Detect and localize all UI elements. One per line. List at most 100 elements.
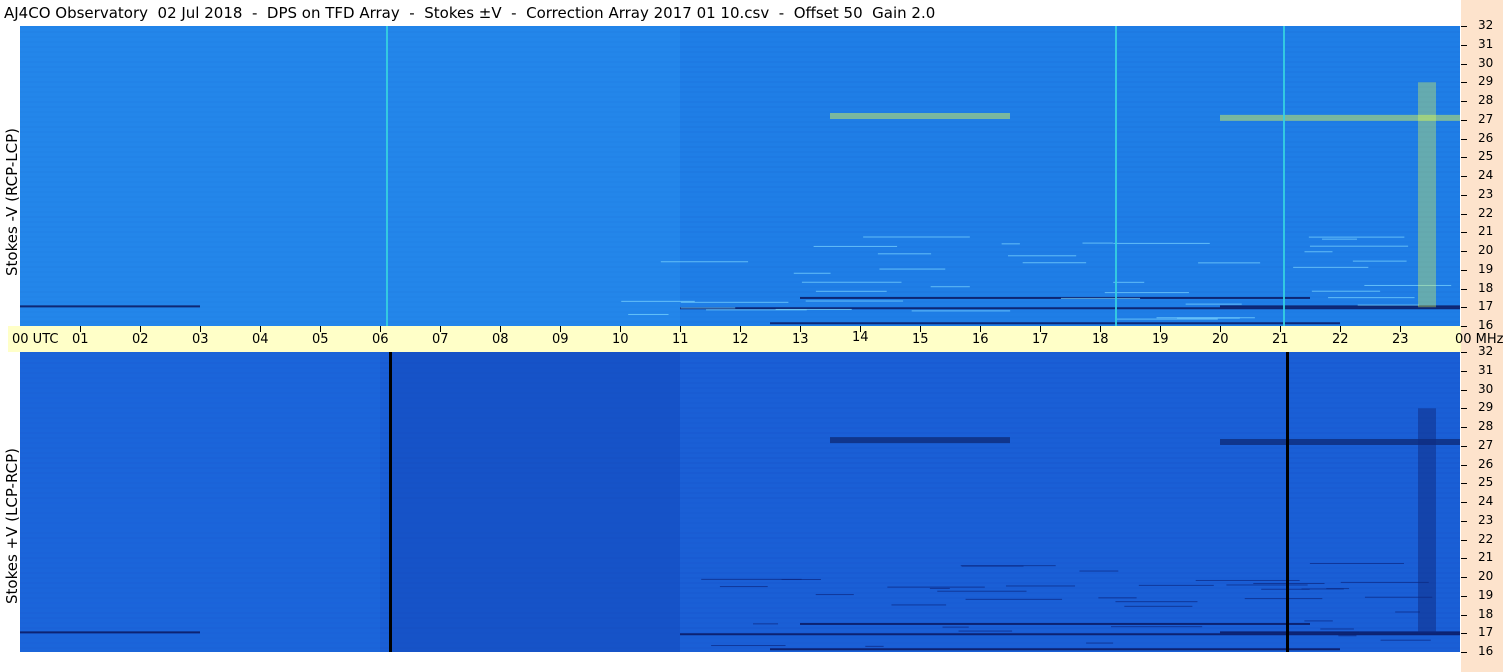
freq-tick-label: 16: [1478, 318, 1494, 332]
freq-tick-label: 30: [1478, 55, 1494, 70]
interference-band: [680, 633, 1460, 636]
feature-dash: [1364, 284, 1452, 286]
freq-tick-label: 27: [1478, 111, 1494, 126]
freq-tick-mark: [1461, 176, 1467, 177]
time-tick-mark: [1100, 326, 1101, 332]
freq-tick-label: 29: [1478, 74, 1494, 89]
feature-dash: [879, 268, 946, 270]
feature-dash: [1138, 584, 1214, 586]
freq-tick-mark: [1461, 483, 1467, 485]
time-tick-label: 02: [132, 332, 149, 347]
feature-dash: [937, 590, 1027, 592]
feature-dash: [1195, 579, 1300, 581]
freq-tick-mark: [1461, 288, 1467, 290]
feature-dash: [753, 623, 779, 625]
time-tick-label: 16: [972, 332, 989, 347]
time-tick-label: 04: [252, 332, 269, 347]
feature-dash: [1261, 588, 1310, 590]
time-tick-mark: [920, 326, 921, 332]
time-tick-label: 07: [432, 332, 449, 347]
freq-tick-label: 29: [1478, 400, 1494, 415]
time-tick-label: 19: [1152, 332, 1169, 347]
feature-dash: [1104, 292, 1189, 294]
freq-tick-label: 26: [1478, 130, 1494, 145]
feature-dash: [775, 308, 852, 310]
freq-tick-mark: [1461, 326, 1467, 327]
time-tick-mark: [260, 326, 261, 332]
interference-band: [800, 622, 1310, 625]
freq-tick-label: 19: [1478, 587, 1494, 602]
feature-dash: [929, 587, 950, 589]
freq-tick-mark: [1461, 119, 1467, 121]
time-tick-label: 13: [792, 332, 809, 347]
feature-dash: [711, 645, 786, 647]
time-tick-label: 18: [1092, 332, 1109, 347]
feature-dash: [1116, 318, 1218, 320]
heatmap-region: [392, 352, 680, 652]
spectrogram-top: [20, 26, 1460, 326]
emission-region: [830, 113, 1010, 119]
feature-dash: [1357, 304, 1420, 306]
feature-dash: [1309, 245, 1409, 247]
freq-tick-label: 18: [1478, 606, 1494, 621]
feature-dash: [1008, 255, 1077, 257]
spectrogram-top-panel: [20, 26, 1460, 326]
time-tick-mark: [80, 326, 81, 332]
feature-dash: [891, 604, 947, 606]
freq-tick-mark: [1461, 652, 1467, 653]
time-tick-mark: [1280, 326, 1281, 332]
freq-tick-label: 22: [1478, 531, 1494, 546]
vertical-line: [389, 352, 392, 652]
time-tick-mark: [1400, 326, 1401, 332]
interference-band: [770, 322, 1340, 325]
freq-tick-mark: [1461, 539, 1467, 541]
feature-dash: [621, 300, 695, 302]
freq-tick-label: 24: [1478, 494, 1494, 508]
heatmap-region: [20, 26, 680, 326]
feature-dash: [1293, 266, 1369, 268]
time-tick-label: 20: [1212, 332, 1229, 347]
freq-tick-label: 30: [1478, 381, 1494, 396]
freq-tick-mark: [1461, 520, 1467, 522]
vertical-line: [1283, 26, 1285, 326]
time-tick-mark: [1340, 326, 1341, 332]
emission-region: [830, 437, 1010, 444]
freq-tick-mark: [1461, 352, 1467, 353]
feature-dash: [628, 313, 669, 315]
feature-dash: [680, 307, 736, 309]
freq-tick-mark: [1461, 251, 1467, 252]
freq-tick-label: 18: [1478, 280, 1494, 295]
feature-dash: [1328, 297, 1415, 299]
freq-tick-mark: [1461, 26, 1467, 27]
freq-tick-mark: [1461, 232, 1467, 234]
feature-dash: [801, 281, 902, 283]
feature-dash: [1124, 605, 1193, 607]
freq-tick-label: 25: [1478, 149, 1494, 164]
freq-tick-mark: [1461, 633, 1467, 635]
feature-dash: [1320, 628, 1354, 630]
feature-dash: [1060, 297, 1141, 299]
feature-dash: [701, 578, 802, 580]
feature-dash: [813, 245, 898, 247]
time-tick-mark: [800, 326, 801, 332]
time-tick-mark: [200, 326, 201, 332]
time-tick-mark: [1160, 326, 1161, 332]
freq-tick-mark: [1461, 138, 1467, 140]
feature-dash: [911, 310, 1011, 312]
feature-dash: [1086, 642, 1114, 644]
interference-band: [770, 648, 1340, 651]
feature-dash: [1113, 242, 1210, 244]
feature-dash: [958, 630, 1013, 632]
feature-dash: [1309, 562, 1404, 564]
time-tick-mark: [380, 326, 381, 332]
feature-dash: [1226, 584, 1308, 586]
freq-tick-mark: [1461, 427, 1467, 428]
emission-region: [1418, 408, 1436, 634]
time-tick-label: 05: [312, 332, 329, 347]
feature-dash: [793, 272, 831, 274]
freq-tick-mark: [1461, 464, 1467, 466]
freq-tick-label: 31: [1478, 362, 1494, 377]
feature-dash: [965, 598, 1063, 600]
interference-band: [800, 296, 1310, 299]
freq-tick-label: 32: [1478, 344, 1494, 358]
